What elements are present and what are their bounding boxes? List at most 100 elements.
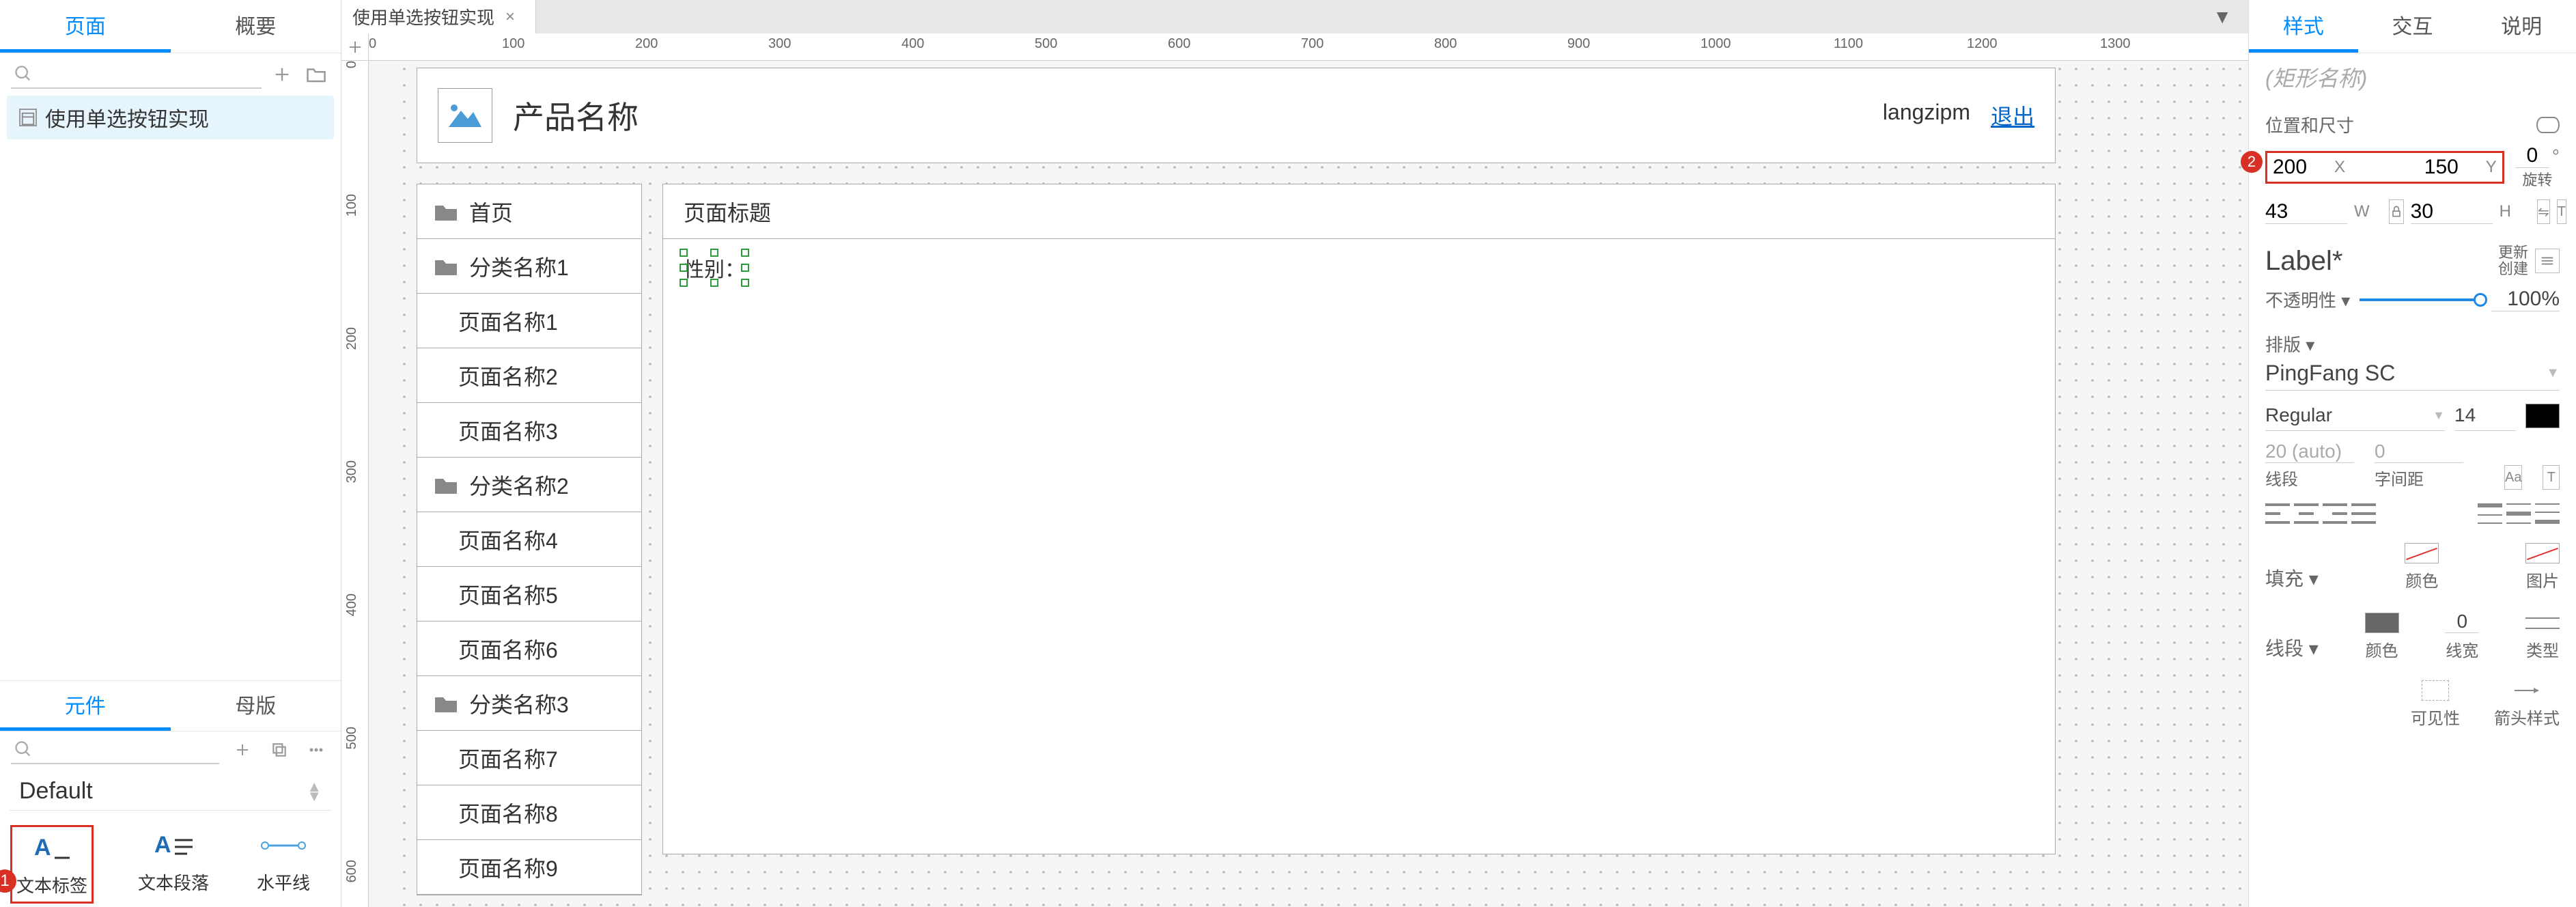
visibility-icon[interactable] bbox=[2536, 117, 2560, 133]
add-library-button[interactable] bbox=[229, 736, 256, 764]
tab-interactions[interactable]: 交互 bbox=[2358, 0, 2467, 53]
width-input[interactable] bbox=[2265, 200, 2347, 224]
hline-icon bbox=[260, 828, 307, 863]
tabbar-dropdown[interactable]: ▼ bbox=[2203, 6, 2241, 28]
border-color-swatch[interactable] bbox=[2365, 613, 2399, 633]
resize-handle-ne[interactable] bbox=[741, 249, 749, 257]
nav-page-item[interactable]: 页面名称7 bbox=[417, 731, 641, 785]
ruler-tick: 400 bbox=[344, 594, 360, 616]
font-size-input[interactable]: 14 bbox=[2454, 400, 2516, 431]
more-button[interactable] bbox=[303, 736, 330, 764]
tab-masters[interactable]: 母版 bbox=[171, 681, 341, 731]
page-icon bbox=[19, 109, 37, 126]
nav-category[interactable]: 分类名称2 bbox=[417, 458, 641, 512]
update-create-button[interactable]: 更新 创建 bbox=[2498, 245, 2528, 277]
tab-notes[interactable]: 说明 bbox=[2467, 0, 2576, 53]
selected-text-widget[interactable]: 性别： bbox=[684, 253, 745, 283]
nav-page-item[interactable]: 页面名称5 bbox=[417, 567, 641, 622]
font-weight-select[interactable]: Regular ▼ bbox=[2265, 400, 2445, 431]
copy-button[interactable] bbox=[266, 736, 293, 764]
search-icon bbox=[14, 64, 33, 83]
page-tree-item[interactable]: 使用单选按钮实现 bbox=[7, 96, 334, 139]
widgets-search-input[interactable] bbox=[11, 736, 219, 764]
ruler-tick: 1300 bbox=[2100, 36, 2131, 52]
library-select[interactable]: Default ▲▼ bbox=[10, 772, 331, 811]
letter-spacing-input[interactable] bbox=[2375, 441, 2463, 463]
add-folder-button[interactable] bbox=[303, 61, 330, 88]
resize-handle-nw[interactable] bbox=[680, 249, 688, 257]
canvas-header-bar[interactable]: 产品名称 langzipm 退出 bbox=[417, 68, 2056, 163]
canvas[interactable]: 产品名称 langzipm 退出 首页分类名称1页面名称1页面名称2页面名称3分… bbox=[396, 61, 2248, 907]
ruler-vertical[interactable]: 0100200300400500600 bbox=[341, 61, 369, 907]
border-type-select[interactable] bbox=[2525, 613, 2560, 633]
fill-color-swatch[interactable] bbox=[2405, 543, 2439, 563]
tab-pages[interactable]: 页面 bbox=[0, 0, 171, 53]
fill-image-swatch[interactable] bbox=[2525, 543, 2560, 563]
content-title[interactable]: 页面标题 bbox=[663, 184, 2055, 239]
more-typography-icon[interactable]: T bbox=[2543, 465, 2560, 490]
valign-bottom-button[interactable] bbox=[2535, 503, 2560, 524]
ruler-tick: 100 bbox=[502, 36, 524, 52]
lock-aspect-icon[interactable] bbox=[2389, 199, 2404, 224]
resize-handle-s[interactable] bbox=[710, 279, 718, 287]
resize-handle-sw[interactable] bbox=[680, 279, 688, 287]
nav-page-item[interactable]: 页面名称3 bbox=[417, 403, 641, 458]
resize-handle-e[interactable] bbox=[741, 264, 749, 272]
style-manage-icon[interactable] bbox=[2535, 249, 2560, 273]
nav-category[interactable]: 分类名称1 bbox=[417, 239, 641, 294]
nav-page-item[interactable]: 页面名称9 bbox=[417, 840, 641, 895]
tab-widgets[interactable]: 元件 bbox=[0, 681, 171, 731]
style-name[interactable]: Label* bbox=[2265, 246, 2342, 277]
align-center-button[interactable] bbox=[2294, 503, 2319, 524]
font-color-swatch[interactable] bbox=[2525, 404, 2560, 428]
font-family-select[interactable]: PingFang SC ▼ bbox=[2265, 357, 2560, 391]
opacity-value[interactable]: 100% bbox=[2491, 288, 2560, 311]
align-right-button[interactable] bbox=[2323, 503, 2347, 524]
pages-search-input[interactable] bbox=[11, 60, 262, 89]
file-tab[interactable]: 使用单选按钮实现 × bbox=[341, 0, 536, 33]
nav-page-item[interactable]: 页面名称8 bbox=[417, 785, 641, 840]
widget-text-paragraph[interactable]: A 文本段落 bbox=[138, 828, 209, 900]
valign-top-button[interactable] bbox=[2478, 503, 2502, 524]
resize-handle-se[interactable] bbox=[741, 279, 749, 287]
y-input[interactable] bbox=[2424, 156, 2486, 179]
username-label[interactable]: langzipm bbox=[1883, 100, 1970, 131]
resize-handle-n[interactable] bbox=[710, 249, 718, 257]
widget-text-label[interactable]: A 文本标签 bbox=[14, 828, 90, 900]
tab-outline[interactable]: 概要 bbox=[171, 0, 341, 53]
nav-page-item[interactable]: 页面名称4 bbox=[417, 512, 641, 567]
text-rotate-icon[interactable]: T bbox=[2557, 199, 2566, 224]
rotation-input[interactable] bbox=[2515, 144, 2549, 168]
border-width-input[interactable]: 0 bbox=[2445, 611, 2479, 633]
canvas-content-area[interactable]: 页面标题 性别： bbox=[662, 184, 2056, 854]
nav-page-item[interactable]: 页面名称6 bbox=[417, 622, 641, 676]
arrow-style-button[interactable] bbox=[2513, 680, 2540, 701]
ruler-horizontal[interactable]: 0100200300400500600700800900100011001200… bbox=[369, 33, 2248, 61]
add-page-button[interactable] bbox=[268, 61, 296, 88]
align-justify-button[interactable] bbox=[2351, 503, 2376, 524]
height-input[interactable] bbox=[2411, 200, 2493, 224]
line-height-input[interactable] bbox=[2265, 441, 2354, 463]
text-case-icon[interactable]: Aa bbox=[2504, 465, 2522, 490]
nav-category[interactable]: 首页 bbox=[417, 184, 641, 239]
widget-horizontal-line[interactable]: 水平线 bbox=[257, 828, 310, 900]
flip-h-icon[interactable]: ⇋ bbox=[2537, 199, 2550, 224]
resize-handle-w[interactable] bbox=[680, 264, 688, 272]
slider-knob[interactable] bbox=[2474, 293, 2487, 307]
align-left-button[interactable] bbox=[2265, 503, 2290, 524]
shape-name-input[interactable]: (矩形名称) bbox=[2249, 53, 2576, 101]
x-input[interactable] bbox=[2273, 156, 2334, 179]
nav-page-item[interactable]: 页面名称2 bbox=[417, 348, 641, 403]
canvas-sidebar-nav[interactable]: 首页分类名称1页面名称1页面名称2页面名称3分类名称2页面名称4页面名称5页面名… bbox=[417, 184, 642, 895]
close-icon[interactable]: × bbox=[505, 8, 515, 27]
nav-page-item[interactable]: 页面名称1 bbox=[417, 294, 641, 348]
tab-style[interactable]: 样式 bbox=[2249, 0, 2358, 53]
border-visibility-icon[interactable] bbox=[2422, 680, 2449, 701]
valign-middle-button[interactable] bbox=[2506, 503, 2531, 524]
logout-link[interactable]: 退出 bbox=[1991, 100, 2034, 131]
ruler-corner[interactable] bbox=[341, 33, 369, 61]
nav-category[interactable]: 分类名称3 bbox=[417, 676, 641, 731]
product-title[interactable]: 产品名称 bbox=[513, 93, 639, 138]
opacity-slider[interactable] bbox=[2360, 298, 2482, 301]
logo-placeholder-icon[interactable] bbox=[438, 88, 492, 143]
